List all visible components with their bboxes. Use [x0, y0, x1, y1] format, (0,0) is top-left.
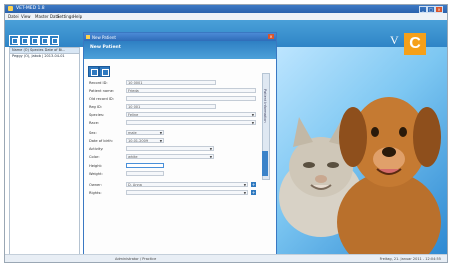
status-bar: Administrator / Practice Freitag, 21. Ja… [5, 254, 447, 262]
menu-help[interactable]: Help [73, 14, 82, 19]
species-select[interactable]: Feline ▼ [126, 112, 256, 117]
owner-select[interactable]: D. Anna ▼ [126, 182, 248, 187]
minimize-button[interactable]: _ [419, 6, 427, 13]
application-window: VET-MED 1.8 _ □ × Datei View Master Data… [4, 4, 448, 263]
dialog-title-bar: New Patient × [84, 33, 276, 41]
weight-label: Weight: [89, 172, 103, 176]
brand-mark: V [390, 33, 399, 47]
menu-settings[interactable]: Settings [57, 14, 73, 19]
menu-file[interactable]: Datei [8, 14, 19, 19]
patient-list: Name (O) Species Date of Bi... Peggy (O)… [9, 47, 80, 261]
date-of-birth-value: 10.01.2009 [128, 139, 149, 143]
sex-value: male [128, 131, 137, 135]
weight-field[interactable] [126, 171, 164, 176]
toolbar-button-refresh[interactable] [9, 35, 19, 46]
list-item[interactable]: Peggy (O), Jakob | 2013-04-01 [10, 54, 79, 59]
chevron-down-icon: ▼ [243, 191, 246, 195]
save-button[interactable] [88, 66, 99, 77]
owner-label: Owner: [89, 183, 102, 187]
toolbar-button-list[interactable] [29, 35, 39, 46]
height-label: Height: [89, 164, 103, 168]
date-of-birth-label: Date of birth: [89, 139, 113, 143]
date-of-birth-field[interactable]: 10.01.2009 ▼ [126, 138, 164, 143]
dialog-close-button[interactable]: × [268, 34, 274, 39]
species-label: Species: [89, 113, 105, 117]
toolbar-button-patients[interactable] [19, 35, 29, 46]
rights-label: Rights: [89, 191, 102, 195]
record-id-label: Record ID: [89, 81, 108, 85]
chevron-down-icon: ▼ [251, 113, 254, 117]
dialog-heading: New Patient [90, 45, 121, 50]
title-bar: VET-MED 1.8 _ □ × [5, 5, 447, 13]
menu-view[interactable]: View [21, 14, 31, 19]
app-icon [8, 6, 13, 11]
rights-select[interactable]: ▼ [126, 190, 248, 195]
background-photo [271, 47, 447, 261]
reg-id-label: Reg ID: [89, 105, 103, 109]
chevron-down-icon: ▼ [251, 121, 254, 125]
toolbar-button-search[interactable] [39, 35, 49, 46]
close-button[interactable]: × [435, 6, 443, 13]
brand-logo: C [404, 33, 426, 55]
old-record-id-label: Old record ID: [89, 97, 114, 101]
owner-value: D. Anna [128, 183, 142, 187]
color-label: Color: [89, 155, 100, 159]
add-rights-button[interactable]: + [251, 190, 256, 195]
tab-label: Patient Information [263, 89, 267, 123]
chevron-down-icon: ▼ [159, 131, 162, 135]
dialog-title: New Patient [92, 34, 116, 40]
race-label: Race: [89, 121, 100, 125]
chevron-down-icon: ▼ [159, 139, 162, 143]
activity-select[interactable]: ▼ [126, 146, 214, 151]
menu-master-data[interactable]: Master Data [35, 14, 59, 19]
window-title: VET-MED 1.8 [16, 6, 45, 11]
maximize-button[interactable]: □ [427, 6, 435, 13]
color-select[interactable]: white ▼ [126, 154, 214, 159]
reg-id-field[interactable]: 10 001 [126, 104, 216, 109]
sex-label: Sex: [89, 131, 97, 135]
patient-name-field[interactable]: Frieda [126, 88, 256, 93]
new-patient-dialog: New Patient × New Patient Patient Inform… [83, 32, 277, 262]
status-datetime: Freitag, 21. Januar 2011 - 12:04:55 [379, 256, 441, 261]
toolbar-button-more[interactable] [49, 35, 59, 46]
chevron-down-icon: ▼ [209, 155, 212, 159]
color-value: white [128, 155, 138, 159]
activity-label: Activity: [89, 147, 104, 151]
sex-select[interactable]: male ▼ [126, 130, 164, 135]
status-user: Administrator / Practice [115, 256, 157, 261]
species-value: Feline [128, 113, 139, 117]
chevron-down-icon: ▼ [209, 147, 212, 151]
chevron-down-icon: ▼ [243, 183, 246, 187]
dialog-icon [86, 34, 90, 39]
cat-and-dog-image [279, 97, 441, 261]
dialog-header: New Patient [84, 41, 276, 59]
cancel-button[interactable] [99, 66, 110, 77]
tab-secondary[interactable] [262, 151, 268, 176]
add-owner-button[interactable]: + [251, 182, 256, 187]
record-id-field[interactable]: 10 0001 [126, 80, 216, 85]
old-record-id-field[interactable] [126, 96, 256, 101]
height-field[interactable] [126, 163, 164, 168]
patient-name-label: Patient name: [89, 89, 115, 93]
race-select[interactable]: ▼ [126, 120, 256, 125]
